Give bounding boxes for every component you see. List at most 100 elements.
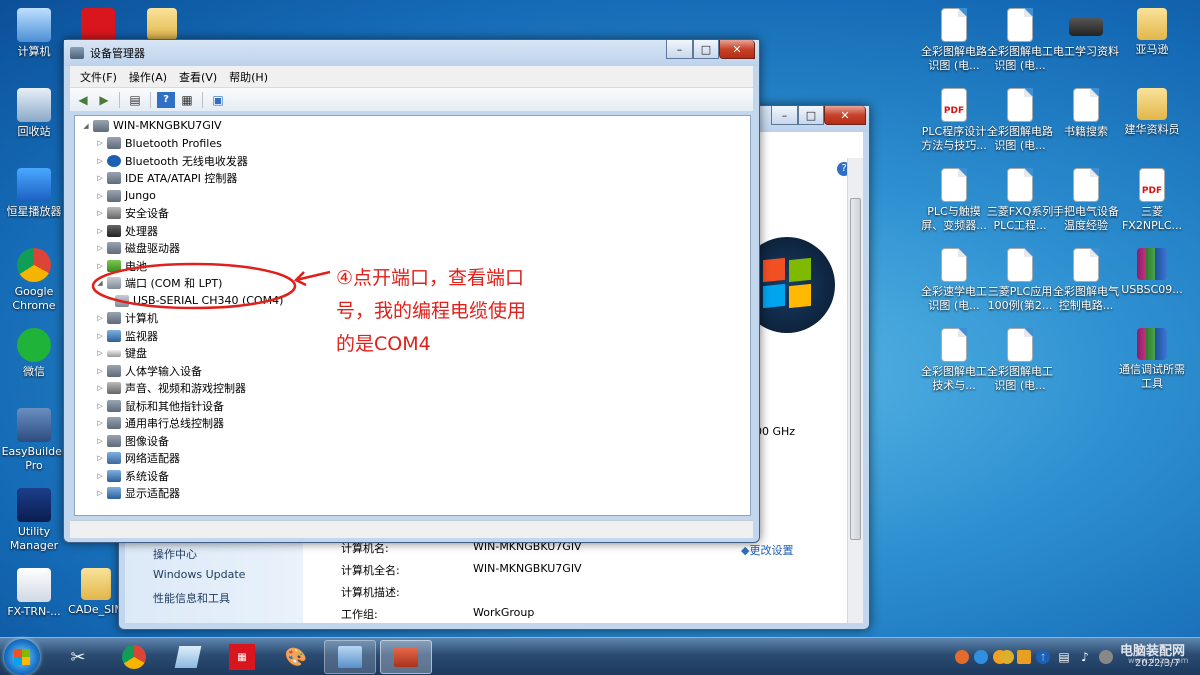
taskbar-snipping-tool[interactable]: ✂: [52, 640, 104, 674]
desktop-icon-file[interactable]: 三菱FXQ系列PLC工程...: [986, 168, 1054, 233]
desktop-icon-file[interactable]: 手把电气设备温度经验: [1052, 168, 1120, 233]
back-arrow-icon[interactable]: ◀: [74, 92, 92, 108]
desktop-icon-wechat[interactable]: 微信: [0, 328, 68, 379]
desktop-icon-utility-manager[interactable]: Utility Manager: [0, 488, 68, 553]
tree-category-item[interactable]: ▷ 安全设备: [75, 205, 750, 223]
tray-app-icon[interactable]: [1000, 650, 1014, 664]
desktop-icon-file[interactable]: 全彩速学电工识图 (电...: [920, 248, 988, 313]
expand-arrow-icon[interactable]: ▷: [95, 244, 105, 252]
collapse-arrow-icon[interactable]: ◢: [95, 279, 105, 287]
expand-arrow-icon[interactable]: ▷: [95, 384, 105, 392]
taskbar-chrome[interactable]: [108, 640, 160, 674]
expand-arrow-icon[interactable]: ▷: [95, 139, 105, 147]
desktop-icon-file[interactable]: 全彩图解电工技术与...: [920, 328, 988, 393]
scan-hardware-icon[interactable]: ▣: [209, 92, 227, 108]
maximize-button[interactable]: □: [798, 106, 824, 125]
sidebar-link[interactable]: Windows Update: [153, 568, 245, 590]
taskbar-plc-app[interactable]: ▦: [216, 640, 268, 674]
tree-category-item[interactable]: ▷ 系统设备: [75, 467, 750, 485]
tree-category-item[interactable]: ▷ 声音、视频和游戏控制器: [75, 380, 750, 398]
expand-arrow-icon[interactable]: ▷: [95, 209, 105, 217]
expand-arrow-icon[interactable]: ▷: [95, 332, 105, 340]
tree-category-item[interactable]: ▷ 处理器: [75, 222, 750, 240]
expand-arrow-icon[interactable]: ▷: [95, 367, 105, 375]
desktop-icon-file[interactable]: 全彩图解电工识图 (电...: [986, 328, 1054, 393]
desktop-icon-file[interactable]: 全彩图解电路识图 (电...: [986, 88, 1054, 153]
menu-view[interactable]: 查看(V): [173, 69, 223, 85]
desktop-icon-file[interactable]: USBSC09...: [1118, 248, 1186, 297]
expand-arrow-icon[interactable]: ▷: [95, 227, 105, 235]
taskbar-control-panel[interactable]: [324, 640, 376, 674]
forward-arrow-icon[interactable]: ▶: [95, 92, 113, 108]
expand-arrow-icon[interactable]: ▷: [95, 349, 105, 357]
desktop-icon-file[interactable]: PLC与触摸屏、变频器...: [920, 168, 988, 233]
minimize-button[interactable]: –: [666, 40, 693, 59]
tree-category-item[interactable]: ▷ 人体学输入设备: [75, 362, 750, 380]
expand-arrow-icon[interactable]: ▷: [95, 402, 105, 410]
tree-root[interactable]: ◢ WIN-MKNGBKU7GIV: [75, 117, 750, 135]
expand-arrow-icon[interactable]: ▷: [95, 192, 105, 200]
desktop-icon-file[interactable]: PDF 三菱FX2NPLC...: [1118, 168, 1186, 233]
tree-category-item[interactable]: ▷ Jungo: [75, 187, 750, 205]
change-settings-link[interactable]: ◆更改设置: [741, 542, 793, 558]
expand-arrow-icon[interactable]: ▷: [95, 314, 105, 322]
tray-shield-icon[interactable]: [1017, 650, 1031, 664]
sidebar-link[interactable]: 操作中心: [153, 546, 245, 568]
tree-category-item[interactable]: ▷ 显示适配器: [75, 485, 750, 503]
desktop-icon-fx-trn[interactable]: FX-TRN-...: [0, 568, 68, 619]
menu-help[interactable]: 帮助(H): [223, 69, 274, 85]
tray-app-icon[interactable]: [1099, 650, 1113, 664]
expand-arrow-icon[interactable]: ▷: [95, 437, 105, 445]
menu-action[interactable]: 操作(A): [123, 69, 173, 85]
desktop-icon-file[interactable]: 书籍搜索: [1052, 88, 1120, 139]
details-icon[interactable]: ▦: [178, 92, 196, 108]
desktop-icon-file[interactable]: 全彩图解电气控制电路...: [1052, 248, 1120, 313]
volume-icon[interactable]: ♪: [1078, 650, 1092, 664]
desktop-icon-recycle-bin[interactable]: 回收站: [0, 88, 68, 139]
taskbar-paint[interactable]: 🎨: [270, 640, 322, 674]
desktop-icon-file[interactable]: PDF PLC程序设计方法与技巧...: [920, 88, 988, 153]
tray-app-icon[interactable]: [955, 650, 969, 664]
desktop-icon-file[interactable]: 建华资料员: [1118, 88, 1186, 137]
desktop-icon-chrome[interactable]: Google Chrome: [0, 248, 68, 313]
tree-category-item[interactable]: ▷ IDE ATA/ATAPI 控制器: [75, 170, 750, 188]
desktop-icon-file[interactable]: 全彩图解电工识图 (电...: [986, 8, 1054, 73]
collapse-arrow-icon[interactable]: ◢: [81, 122, 91, 130]
tree-category-item[interactable]: ▷ 图像设备: [75, 432, 750, 450]
taskbar-device-manager[interactable]: [380, 640, 432, 674]
desktop-icon-folder[interactable]: [128, 8, 196, 43]
desktop-icon-file[interactable]: 全彩图解电路识图 (电...: [920, 8, 988, 73]
desktop-icon-file[interactable]: 电工学习资料: [1052, 8, 1120, 59]
desktop-icon-easybuilder[interactable]: EasyBuilder Pro: [0, 408, 68, 473]
taskbar-app-notepad[interactable]: [162, 640, 214, 674]
network-icon[interactable]: ▤: [1057, 650, 1071, 664]
maximize-button[interactable]: □: [693, 40, 719, 59]
tree-category-item[interactable]: ▷ 网络适配器: [75, 450, 750, 468]
expand-arrow-icon[interactable]: ▷: [95, 454, 105, 462]
expand-arrow-icon[interactable]: ▷: [95, 472, 105, 480]
scrollbar[interactable]: [847, 158, 863, 623]
start-button[interactable]: [4, 639, 40, 675]
expand-arrow-icon[interactable]: ▷: [95, 419, 105, 427]
tree-category-item[interactable]: ▷ Bluetooth Profiles: [75, 135, 750, 153]
close-button[interactable]: ✕: [719, 40, 755, 59]
minimize-button[interactable]: –: [771, 106, 798, 125]
expand-arrow-icon[interactable]: ▷: [95, 489, 105, 497]
desktop-icon-player[interactable]: 恒星播放器: [0, 168, 68, 219]
expand-arrow-icon[interactable]: ▷: [95, 174, 105, 182]
tray-app-icon[interactable]: [974, 650, 988, 664]
sidebar-link[interactable]: 性能信息和工具: [153, 590, 245, 612]
desktop-icon-file[interactable]: 亚马逊: [1118, 8, 1186, 57]
help-icon[interactable]: ?: [157, 91, 175, 108]
tree-category-item[interactable]: ▷ 通用串行总线控制器: [75, 415, 750, 433]
properties-icon[interactable]: ▤: [126, 92, 144, 108]
close-button[interactable]: ✕: [824, 106, 866, 125]
tree-category-item[interactable]: ▷ 磁盘驱动器: [75, 240, 750, 258]
desktop-icon-file[interactable]: 三菱PLC应用100例(第2...: [986, 248, 1054, 313]
desktop-icon-computer[interactable]: 计算机: [0, 8, 68, 59]
tree-category-item[interactable]: ▷ 鼠标和其他指针设备: [75, 397, 750, 415]
menu-file[interactable]: 文件(F): [74, 69, 123, 85]
tree-category-item[interactable]: ▷ Bluetooth 无线电收发器: [75, 152, 750, 170]
expand-arrow-icon[interactable]: ▷: [95, 262, 105, 270]
desktop-icon-file[interactable]: 通信调试所需工具: [1118, 328, 1186, 391]
